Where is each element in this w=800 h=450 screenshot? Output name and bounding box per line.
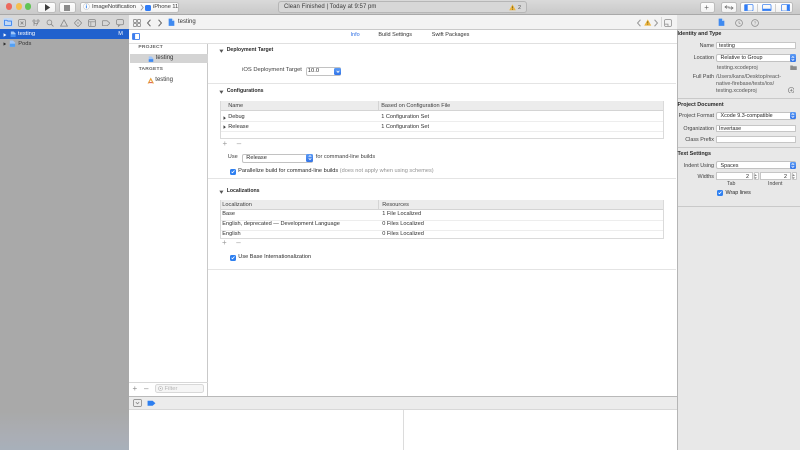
svg-text:?: ? [754, 20, 757, 25]
